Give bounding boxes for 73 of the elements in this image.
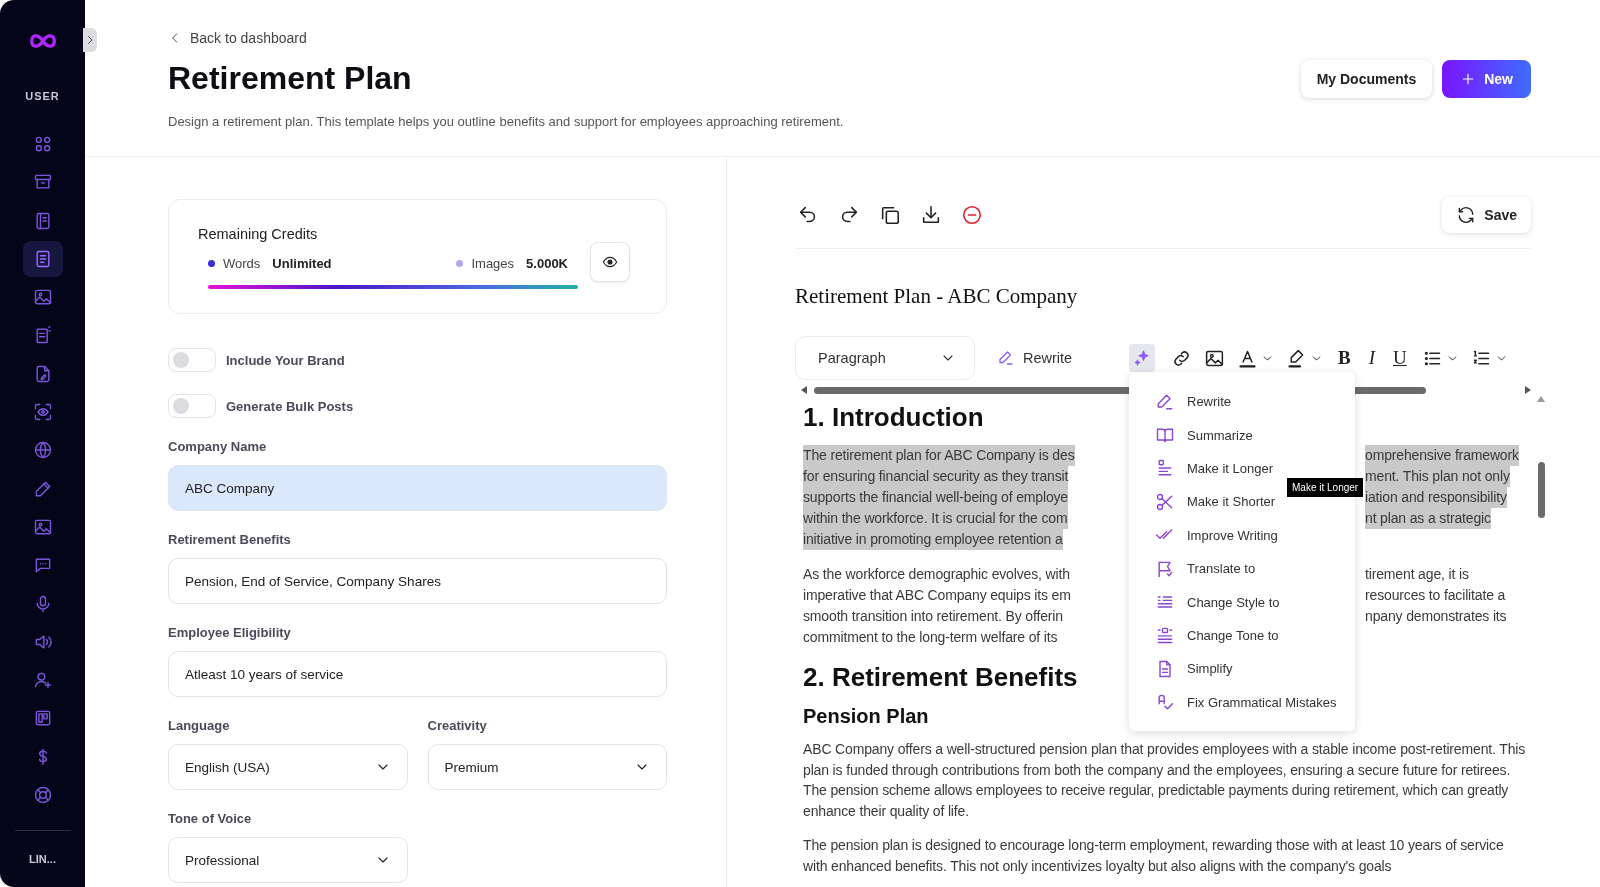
page-description: Design a retirement plan. This template helps you outline benefits and support for employees approaching retirement. <box>168 114 844 129</box>
credit-value: 5.000K <box>526 256 568 271</box>
field-label: Retirement Benefits <box>168 532 292 547</box>
minus-circle-icon <box>961 204 983 226</box>
input-field[interactable]: Pension, End of Service, Company Shares <box>168 558 667 604</box>
input-field[interactable]: Atleast 10 years of service <box>168 651 667 697</box>
italic-button[interactable]: I <box>1365 347 1378 369</box>
back-link[interactable]: Back to dashboard <box>168 30 307 46</box>
view-button[interactable] <box>590 241 630 282</box>
select-field[interactable]: Professional <box>168 837 408 883</box>
toggle-switch[interactable] <box>168 394 216 418</box>
tooltip: Make it Longer <box>1287 478 1364 497</box>
vertical-scrollbar[interactable] <box>1537 396 1545 518</box>
pen-icon <box>997 349 1015 367</box>
user-plus-icon <box>32 670 53 691</box>
field-label: Creativity <box>427 718 488 733</box>
user-label: LIN... <box>29 853 56 865</box>
sparkle-icon <box>1133 349 1151 367</box>
save-button[interactable]: Save <box>1442 197 1531 233</box>
menu-item[interactable]: Fix Grammatical Mistakes <box>1129 685 1355 719</box>
rewrite-button[interactable]: Rewrite <box>989 342 1115 374</box>
sidebar-item[interactable] <box>22 240 63 277</box>
toggle-label: Generate Bulk Posts <box>226 398 354 414</box>
align-icon <box>1155 625 1175 646</box>
menu-item[interactable]: Change Tone to <box>1129 618 1355 653</box>
documents-button[interactable]: My Documents <box>1300 60 1433 98</box>
section-label: USER <box>25 90 60 102</box>
text-line: commitment to the long-term welfare of its <box>803 628 1058 647</box>
highlighter-button[interactable] <box>1286 347 1323 369</box>
menu-item[interactable]: Summarize <box>1129 418 1355 452</box>
collapse-button[interactable] <box>83 28 97 52</box>
menu-item[interactable]: Improve Writing <box>1129 518 1355 552</box>
select-field[interactable]: English (USA) <box>168 744 408 790</box>
menu-item[interactable]: Change Style to <box>1129 585 1355 619</box>
field-label: Employee Eligibility <box>168 625 292 640</box>
text-line: As the workforce demographic evolves, with <box>803 565 1070 584</box>
field-label: Language <box>168 718 231 733</box>
text-line: imperative that ABC Company equips its em <box>803 586 1071 605</box>
globe-icon <box>32 440 53 461</box>
section-heading: 2. Retirement Benefits <box>803 662 1078 693</box>
paragraph: ABC Company offers a well-structured pension plan that provides employees with a stable income post-retirement. This plan is funded through contributions from both the company and the employees, ensuring a secure future for retirees. The pension scheme allows employees to receive regular, predictable payments during retirement, which can greatly enhance their quality of life. <box>803 740 1527 821</box>
page-title: Retirement Plan <box>168 60 413 97</box>
text-line: tirement age, it is <box>1365 565 1469 584</box>
input-field[interactable]: ABC Company <box>168 465 667 511</box>
bold-button[interactable]: B <box>1335 347 1354 369</box>
field-label: Company Name <box>168 439 268 454</box>
text-line: npany demonstrates its <box>1365 607 1507 626</box>
menu-item[interactable]: Translate to <box>1129 551 1355 586</box>
ai-button[interactable] <box>1129 344 1155 372</box>
document-title: Retirement Plan - ABC Company <box>795 284 1079 309</box>
new-button[interactable]: New <box>1442 60 1531 98</box>
credit-label: Words <box>223 256 261 271</box>
scan-eye-icon <box>32 402 53 423</box>
copy-icon <box>879 204 901 226</box>
paragraph: The pension plan is designed to encourage long-term employment, rewarding those with at least 10 years of service with enhanced benefits. This not only incentivizes loyalty but also aligns with the company's goals <box>803 836 1505 876</box>
lifebuoy-icon <box>32 785 53 806</box>
subsection-heading: Pension Plan <box>803 705 929 728</box>
download-icon <box>920 204 942 226</box>
menu-item[interactable]: Rewrite <box>1129 385 1355 419</box>
section-heading: 1. Introduction <box>803 402 984 433</box>
credit-label: Images <box>471 256 515 271</box>
menu-item[interactable]: Simplify <box>1129 652 1355 686</box>
field-label: Tone of Voice <box>168 811 253 826</box>
credits-title: Remaining Credits <box>198 226 319 242</box>
text-line: resources to facilitate a <box>1365 586 1506 605</box>
text-line: smooth transition into retirement. By offerin <box>803 607 1063 626</box>
toggle-label: Include Your Brand <box>226 352 345 368</box>
scissors-icon <box>1155 491 1175 512</box>
toggle-switch[interactable] <box>168 348 216 372</box>
paragraph-select[interactable]: Paragraph <box>795 336 975 380</box>
select-field[interactable]: Premium <box>427 744 667 790</box>
credit-value: Unlimited <box>272 256 332 271</box>
underline-button[interactable]: U <box>1390 347 1410 369</box>
